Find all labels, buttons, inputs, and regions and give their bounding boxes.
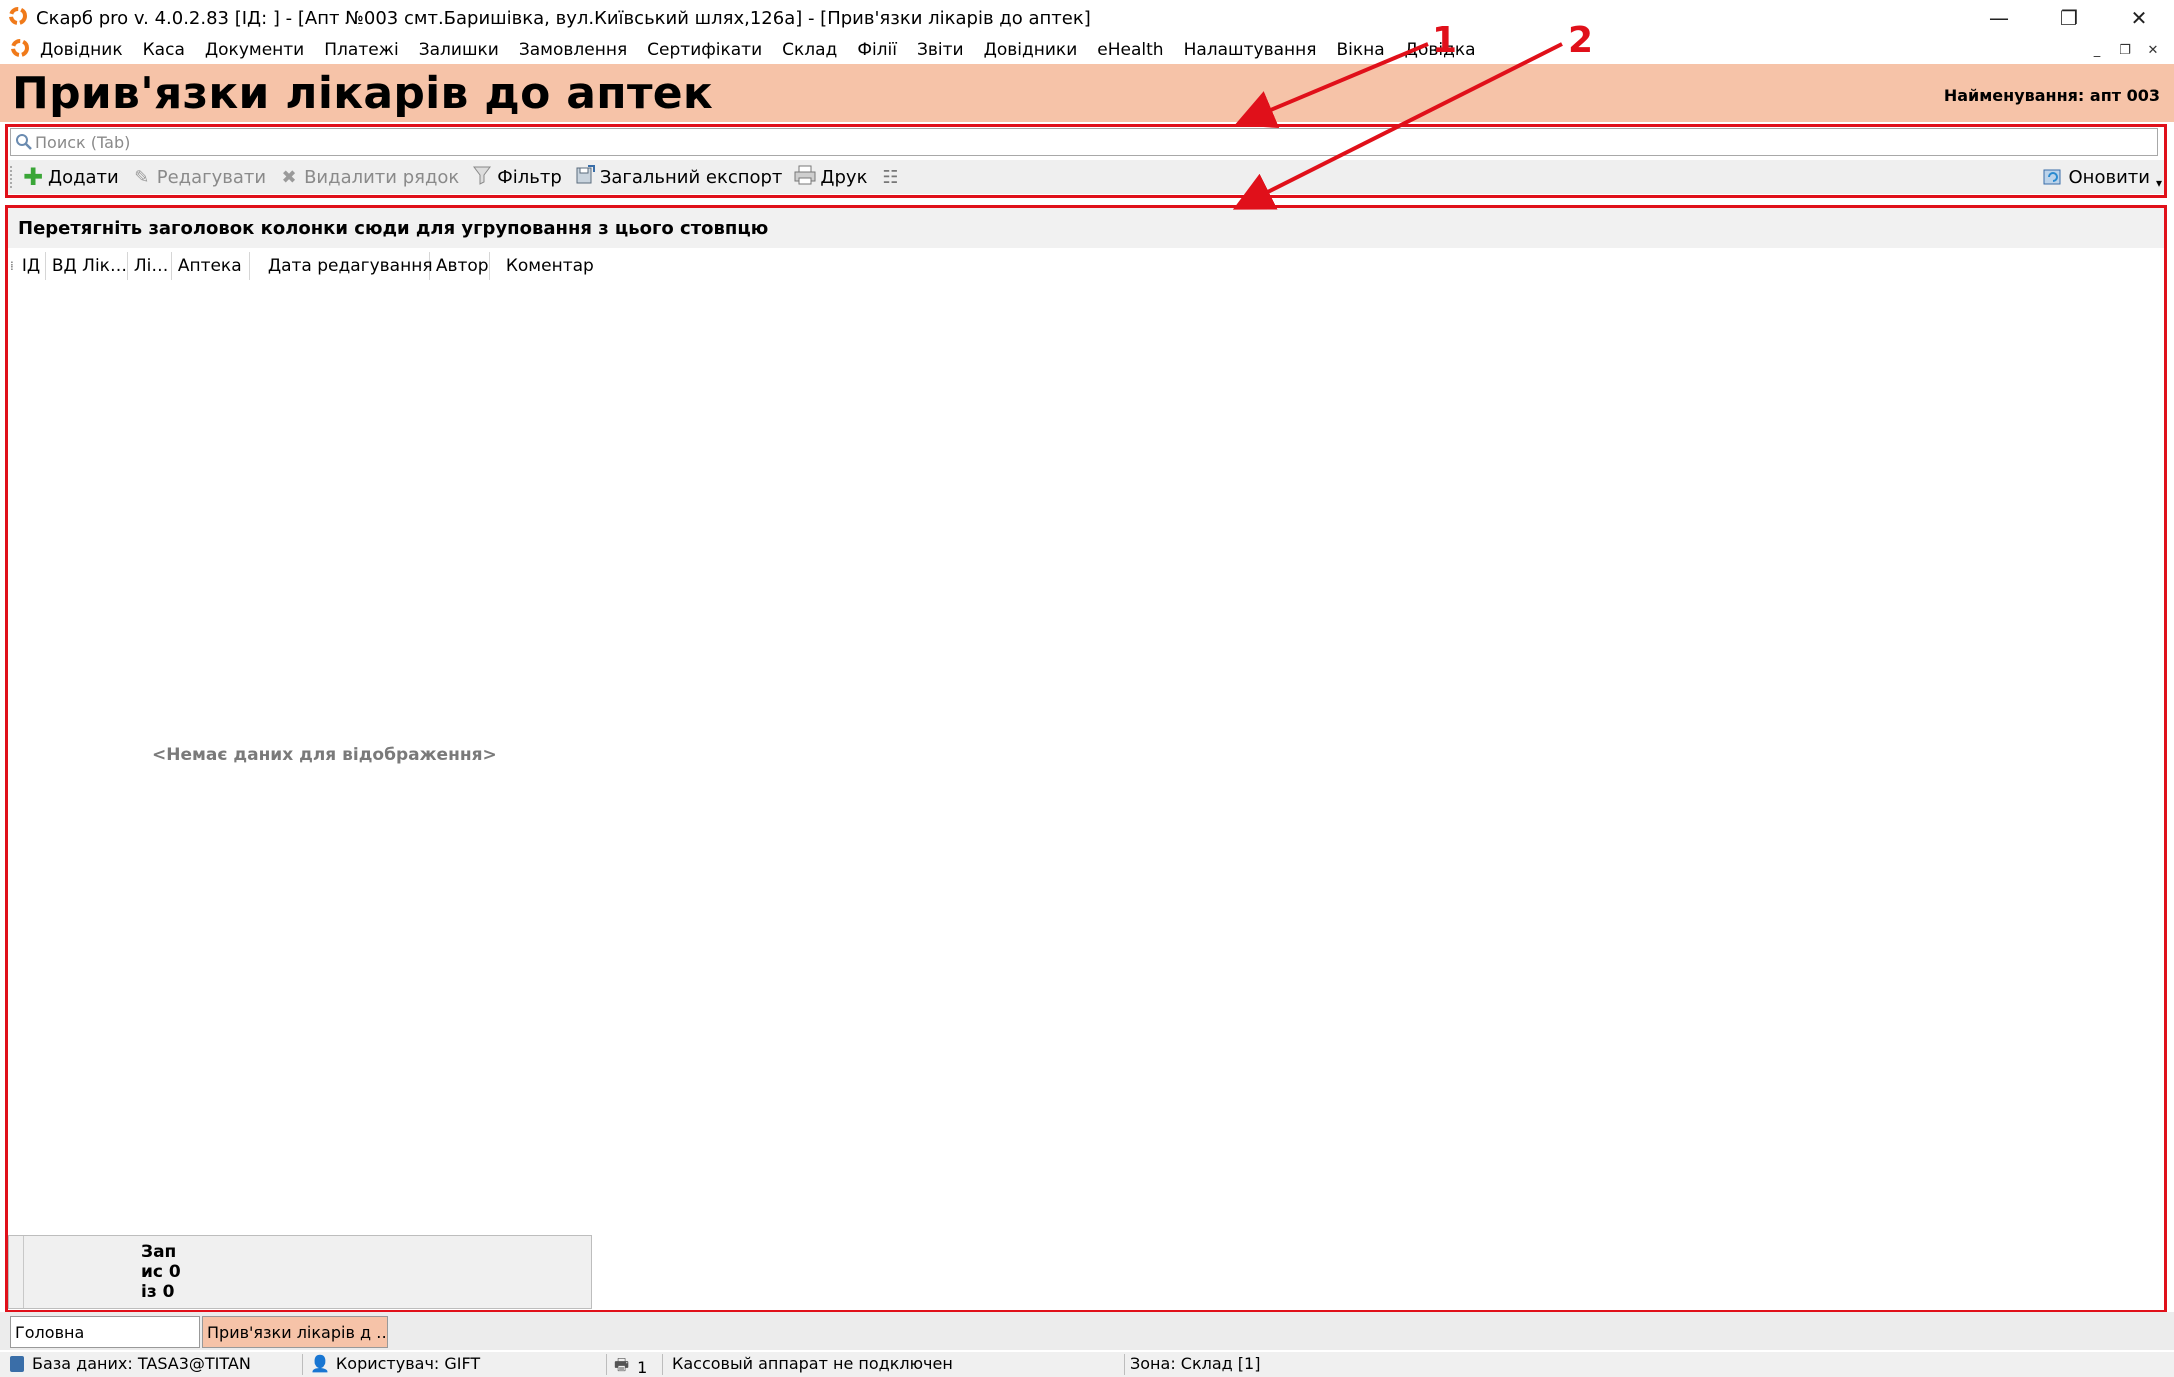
refresh-label: Оновити (2068, 166, 2150, 188)
menu-sertyfikaty[interactable]: Сертифікати (647, 40, 762, 60)
page-title: Прив'язки лікарів до аптек (12, 68, 714, 119)
edit-label: Редагувати (156, 166, 267, 188)
filter-button[interactable]: Фільтр (471, 165, 562, 190)
delete-icon: ✖ (281, 166, 297, 188)
page-header: Прив'язки лікарів до аптек Найменування:… (0, 64, 2174, 122)
add-label: Додати (48, 166, 119, 188)
menu-filii[interactable]: Філії (857, 40, 897, 60)
refresh-button[interactable]: Оновити ▾ (2043, 160, 2162, 194)
annotation-label-1: 1 (1432, 20, 1458, 61)
col-apteka[interactable]: Аптека (172, 252, 250, 280)
close-button[interactable]: ✕ (2104, 0, 2174, 36)
col-avtor[interactable]: Автор (430, 252, 490, 280)
grid-footer: Зап ис 0 із 0 (8, 1235, 592, 1309)
menu-zamovlennia[interactable]: Замовлення (519, 40, 627, 60)
title-bar: Скарб pro v. 4.0.2.83 [ІД: ] - [Апт №003… (0, 0, 2174, 36)
mdi-close-button[interactable]: ✕ (2142, 40, 2164, 60)
toolbar-overflow-icon[interactable]: ▾ (2156, 176, 2162, 190)
status-cash-register: Кассовый аппарат не подключен (672, 1354, 953, 1373)
columns-button[interactable]: ☷ (879, 167, 905, 188)
status-count: 🖶 1 (614, 1354, 647, 1377)
user-icon: 👤 (310, 1354, 330, 1373)
database-label: База даних: TASA3@TITAN (32, 1354, 251, 1373)
record-count-line: ис 0 (141, 1262, 181, 1282)
menu-zalyshky[interactable]: Залишки (419, 40, 499, 60)
status-database: База даних: TASA3@TITAN (10, 1354, 251, 1373)
add-button[interactable]: ✚ Додати (22, 163, 119, 191)
restore-button[interactable]: ❐ (2034, 0, 2104, 36)
menu-bar: Довідник Каса Документи Платежі Залишки … (0, 36, 2174, 64)
menu-ehealth[interactable]: eHealth (1097, 40, 1163, 60)
menu-vikna[interactable]: Вікна (1336, 40, 1384, 60)
group-panel[interactable]: Перетягніть заголовок колонки сюди для у… (8, 208, 2164, 248)
annotation-label-2: 2 (1568, 20, 1594, 61)
menu-dovidnyky[interactable]: Довідники (984, 40, 1078, 60)
grid-column-headers: ⁞ ІД ВД Лік… Лі… Аптека Дата редагування… (8, 250, 594, 282)
columns-icon: ☷ (882, 166, 899, 188)
export-button[interactable]: Загальний експорт (574, 164, 783, 190)
export-label: Загальний експорт (599, 166, 783, 188)
col-data-redaguvannia[interactable]: Дата редагування (250, 252, 433, 280)
col-likar[interactable]: Лі… (128, 252, 172, 280)
tab-pryviazky[interactable]: Прив'язки лікарів д … (202, 1316, 388, 1348)
count-label: 1 (637, 1358, 648, 1377)
database-icon (10, 1355, 24, 1372)
col-vd-likar[interactable]: ВД Лік… (46, 252, 128, 280)
menu-zvity[interactable]: Звіти (917, 40, 964, 60)
menu-platezhi[interactable]: Платежі (324, 40, 398, 60)
mdi-controls: _ ❐ ✕ (2086, 40, 2164, 60)
delete-row-button[interactable]: ✖ Видалити рядок (278, 166, 460, 188)
window-title: Скарб pro v. 4.0.2.83 [ІД: ] - [Апт №003… (36, 7, 1091, 29)
delete-label: Видалити рядок (304, 166, 460, 188)
export-icon (574, 164, 596, 190)
record-count-line: із 0 (141, 1282, 175, 1302)
tab-holovna[interactable]: Головна (10, 1316, 200, 1348)
menu-dovidnyk[interactable]: Довідник (40, 40, 123, 60)
search-input[interactable]: Поиск (Tab) (10, 128, 2158, 156)
user-label: Користувач: GIFT (335, 1354, 481, 1373)
toolbar: ✚ Додати ✎ Редагувати ✖ Видалити рядок Ф… (8, 160, 2164, 194)
refresh-icon (2043, 167, 2063, 187)
minimize-button[interactable]: — (1964, 0, 2034, 36)
app-window: Скарб pro v. 4.0.2.83 [ІД: ] - [Апт №003… (0, 0, 2174, 1377)
pencil-icon: ✎ (134, 166, 150, 188)
cash-register-icon: 🖶 (614, 1355, 630, 1374)
mdi-tab-bar: Головна Прив'язки лікарів д … (0, 1312, 2174, 1350)
status-user: 👤 Користувач: GIFT (310, 1354, 480, 1373)
record-count-line: Зап (141, 1242, 177, 1262)
group-hint: Перетягніть заголовок колонки сюди для у… (18, 217, 769, 239)
menu-dokumenty[interactable]: Документи (205, 40, 304, 60)
empty-grid-message: <Немає даних для відображення> (152, 745, 497, 765)
plus-icon: ✚ (22, 163, 44, 191)
search-placeholder: Поиск (Tab) (35, 132, 131, 152)
status-zone: Зона: Склад [1] (1130, 1354, 1261, 1373)
col-komentar[interactable]: Коментар (490, 252, 594, 280)
mdi-restore-button[interactable]: ❐ (2114, 40, 2136, 60)
filter-icon (471, 165, 493, 190)
printer-icon (794, 165, 816, 190)
skarb-logo-icon (8, 6, 28, 30)
col-id[interactable]: ІД (16, 252, 46, 280)
menu-nalashtuvannia[interactable]: Налаштування (1184, 40, 1317, 60)
menu-logo-icon[interactable] (10, 38, 30, 63)
tab-label: Прив'язки лікарів д … (207, 1322, 388, 1342)
filter-label: Фільтр (497, 166, 562, 188)
menu-sklad[interactable]: Склад (782, 40, 837, 60)
toolbar-grip[interactable] (10, 166, 16, 188)
tab-label: Головна (15, 1322, 85, 1342)
pharmacy-name: Найменування: апт 003 (1943, 86, 2160, 105)
menu-kasa[interactable]: Каса (143, 40, 185, 60)
record-count: Зап ис 0 із 0 (141, 1242, 185, 1302)
print-button[interactable]: Друк (794, 165, 867, 190)
status-bar: База даних: TASA3@TITAN 👤 Користувач: GI… (0, 1352, 2174, 1377)
edit-button[interactable]: ✎ Редагувати (131, 167, 266, 188)
column-chooser-icon[interactable]: ⁞ (8, 259, 16, 273)
search-icon (15, 133, 33, 151)
print-label: Друк (820, 166, 868, 188)
mdi-minimize-button[interactable]: _ (2086, 40, 2108, 60)
